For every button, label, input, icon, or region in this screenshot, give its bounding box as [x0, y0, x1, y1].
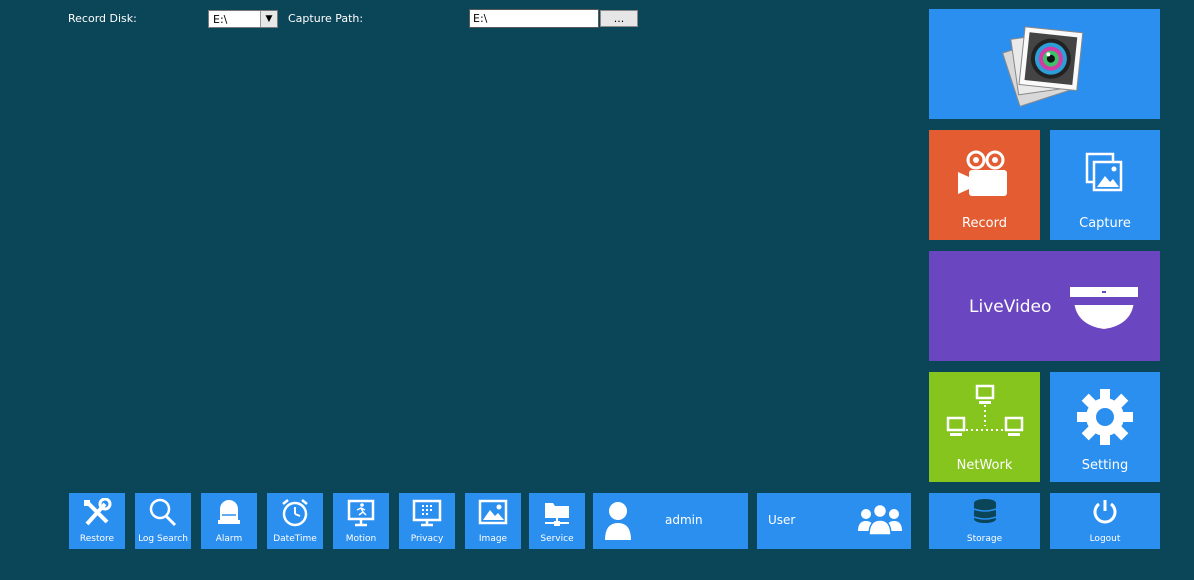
chevron-down-icon[interactable]: ▼ [260, 11, 277, 27]
user-label: User [768, 513, 796, 527]
setting-label: Setting [1081, 458, 1129, 473]
photo-camera-icon [1002, 26, 1084, 107]
user-icon [605, 502, 631, 540]
clock-icon [282, 499, 308, 527]
alarm-button[interactable]: Alarm [201, 493, 257, 549]
capture-tile[interactable]: Capture [1050, 130, 1160, 240]
service-label: Service [540, 534, 574, 544]
capture-path-input[interactable]: E:\ [469, 9, 599, 28]
log-search-label: Log Search [138, 534, 188, 544]
motion-button[interactable]: Motion [333, 493, 389, 549]
privacy-button[interactable]: Privacy [399, 493, 455, 549]
database-icon [973, 499, 997, 523]
capture-path-label: Capture Path: [288, 12, 364, 25]
livevideo-tile[interactable]: LiveVideo [929, 251, 1160, 361]
logout-label: Logout [1089, 534, 1121, 544]
motion-label: Motion [345, 534, 377, 544]
gear-icon [1077, 389, 1133, 445]
setting-tile[interactable]: Setting [1050, 372, 1160, 482]
search-icon [149, 498, 177, 527]
restore-label: Restore [79, 534, 115, 544]
image-label: Image [478, 534, 508, 544]
network-icon [946, 384, 1024, 436]
privacy-grid-icon [412, 499, 442, 527]
record-label: Record [962, 216, 1007, 231]
dome-camera-icon [1070, 287, 1138, 329]
tools-icon [84, 498, 112, 526]
capture-label: Capture [1079, 216, 1131, 231]
datetime-button[interactable]: DateTime [267, 493, 323, 549]
power-icon [1093, 500, 1117, 524]
storage-label: Storage [966, 534, 1003, 544]
livevideo-label: LiveVideo [969, 297, 1052, 317]
service-button[interactable]: Service [529, 493, 585, 549]
gallery-icon [1085, 152, 1123, 192]
log-search-button[interactable]: Log Search [135, 493, 191, 549]
record-tile[interactable]: Record [929, 130, 1040, 240]
privacy-label: Privacy [410, 534, 444, 544]
network-label: NetWork [956, 458, 1013, 473]
network-tile[interactable]: NetWork [929, 372, 1040, 482]
user-tile[interactable]: User [757, 493, 911, 549]
record-disk-label: Record Disk: [68, 12, 137, 25]
siren-icon [218, 500, 240, 524]
admin-tile[interactable]: admin [593, 493, 748, 549]
folder-network-icon [545, 503, 569, 526]
record-disk-value: E:\ [213, 13, 228, 26]
users-group-icon [858, 503, 902, 536]
motion-monitor-icon [347, 499, 375, 527]
browse-button[interactable]: ... [600, 10, 638, 27]
snapshot-tile[interactable] [929, 9, 1160, 119]
logout-tile[interactable]: Logout [1050, 493, 1160, 549]
alarm-label: Alarm [215, 534, 243, 544]
record-disk-dropdown[interactable]: E:\ ▼ [208, 10, 278, 28]
video-camera-icon [958, 150, 1007, 196]
image-icon [478, 499, 508, 525]
storage-tile[interactable]: Storage [929, 493, 1040, 549]
admin-label: admin [665, 513, 703, 527]
image-button[interactable]: Image [465, 493, 521, 549]
datetime-label: DateTime [273, 534, 317, 544]
restore-button[interactable]: Restore [69, 493, 125, 549]
